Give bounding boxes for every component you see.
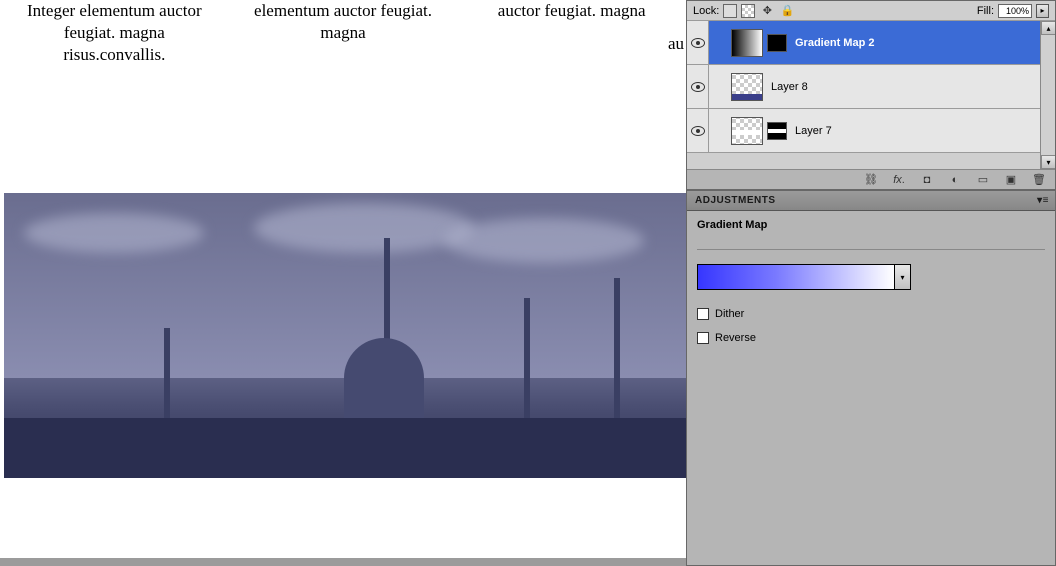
adjustment-layer-icon[interactable]: ◐ (947, 172, 963, 188)
reverse-label: Reverse (715, 332, 756, 344)
dither-checkbox[interactable] (697, 308, 709, 320)
lock-all-icon[interactable]: 🔒 (779, 3, 795, 19)
layer-mask-icon[interactable]: ◘ (919, 172, 935, 188)
link-layers-icon[interactable]: ⛓ (863, 172, 879, 188)
adjustments-tab[interactable]: ADJUSTMENTS ▾≡ (687, 191, 1055, 211)
canvas-image (4, 193, 686, 478)
fill-label: Fill: (977, 5, 994, 17)
panel-menu-icon[interactable]: ▾≡ (1035, 193, 1051, 207)
visibility-eye-icon[interactable] (691, 126, 705, 136)
reverse-checkbox[interactable] (697, 332, 709, 344)
layer-row-layer-8[interactable]: Layer 8 (687, 65, 1055, 109)
text-column-4-partial: au (668, 34, 684, 54)
layers-panel: Lock: ✥ 🔒 Fill: ▸ Gradient Map 2 (686, 0, 1056, 190)
lock-transparent-icon[interactable] (723, 4, 737, 18)
layers-scrollbar[interactable]: ▴ ▾ (1040, 21, 1055, 169)
layer-name[interactable]: Gradient Map 2 (795, 37, 874, 49)
layer-thumbnail[interactable] (731, 117, 763, 145)
fx-icon[interactable]: fx. (891, 172, 907, 188)
adjustments-panel: ADJUSTMENTS ▾≡ Gradient Map ▾ Dither Rev… (686, 190, 1056, 566)
delete-layer-icon[interactable]: 🗑 (1031, 172, 1047, 188)
lock-position-icon[interactable]: ✥ (759, 3, 775, 19)
panels-sidebar: Lock: ✥ 🔒 Fill: ▸ Gradient Map 2 (686, 0, 1056, 566)
layer-list: Gradient Map 2 Layer 8 Layer 7 ▴ ▾ (687, 21, 1055, 169)
layer-mask-thumbnail[interactable] (767, 34, 787, 52)
layer-row-layer-7[interactable]: Layer 7 (687, 109, 1055, 153)
layers-lock-row: Lock: ✥ 🔒 Fill: ▸ (687, 1, 1055, 21)
adjustment-title: Gradient Map (697, 219, 1045, 231)
scroll-up-icon[interactable]: ▴ (1041, 21, 1055, 35)
visibility-eye-icon[interactable] (691, 82, 705, 92)
visibility-eye-icon[interactable] (691, 38, 705, 48)
lock-image-icon[interactable] (741, 4, 755, 18)
divider (697, 249, 1045, 250)
layer-name[interactable]: Layer 7 (795, 125, 832, 137)
gradient-dropdown-button[interactable]: ▾ (895, 264, 911, 290)
layer-row-gradient-map-2[interactable]: Gradient Map 2 (687, 21, 1055, 65)
text-column-1: Integer elementum auctor feugiat. magna … (20, 0, 209, 66)
layer-mask-thumbnail[interactable] (767, 122, 787, 140)
lock-label: Lock: (693, 5, 719, 17)
text-column-2: elementum auctor feugiat. magna (249, 0, 438, 66)
layer-thumbnail[interactable] (731, 29, 763, 57)
layers-toolbar: ⛓ fx. ◘ ◐ ▭ ▣ 🗑 (687, 169, 1055, 189)
scroll-down-icon[interactable]: ▾ (1041, 155, 1055, 169)
layer-thumbnail[interactable] (731, 73, 763, 101)
document-canvas[interactable]: Integer elementum auctor feugiat. magna … (0, 0, 686, 566)
new-group-icon[interactable]: ▭ (975, 172, 991, 188)
new-layer-icon[interactable]: ▣ (1003, 172, 1019, 188)
gradient-preview[interactable] (697, 264, 895, 290)
adjustments-tab-label: ADJUSTMENTS (695, 195, 776, 206)
canvas-bottom-border (0, 558, 686, 566)
fill-slider-button[interactable]: ▸ (1036, 4, 1049, 18)
dither-label: Dither (715, 308, 744, 320)
fill-input[interactable] (998, 4, 1032, 18)
layer-name[interactable]: Layer 8 (771, 81, 808, 93)
text-column-3: auctor feugiat. magna (477, 0, 666, 66)
